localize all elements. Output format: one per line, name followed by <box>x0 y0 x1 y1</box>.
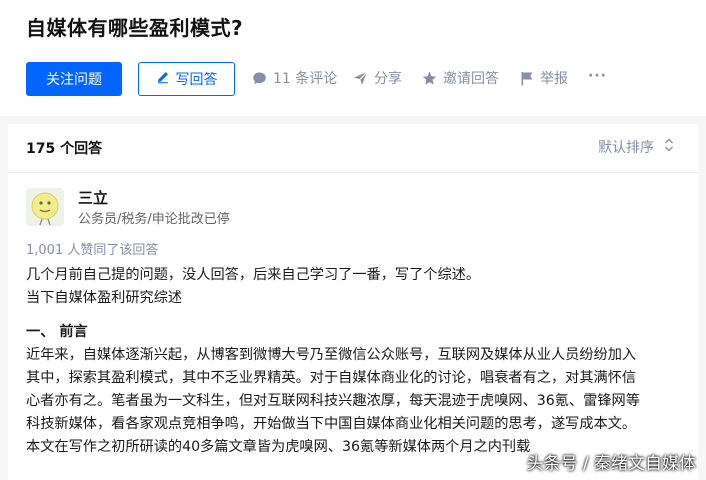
more-icon[interactable]: ··· <box>588 68 607 84</box>
question-title: 自媒体有哪些盈利模式? <box>26 16 244 40</box>
avatar[interactable] <box>26 188 64 226</box>
write-answer-label: 写回答 <box>175 72 218 88</box>
sort-icon <box>664 138 674 156</box>
invite-answer-button[interactable]: 邀请回答 <box>422 68 499 88</box>
answer-paragraph: 近年来，自媒体逐渐兴起，从博客到微博大号乃至微信公众账号，互联网及媒体从业人员纷… <box>26 347 637 363</box>
divider <box>8 172 698 173</box>
flag-icon <box>520 71 534 86</box>
write-answer-button[interactable]: 写回答 <box>138 62 235 96</box>
pen-icon <box>156 70 170 88</box>
invite-answer-label: 邀请回答 <box>443 71 499 87</box>
section-heading: 一、 前言 <box>26 324 88 340</box>
share-icon <box>353 71 368 86</box>
answer-count: 175 个回答 <box>26 141 103 157</box>
answer-paragraph: 科技新媒体，看各家观点竞相争鸣，开始做当下中国自媒体商业化相关问题的思考，遂写成… <box>26 416 637 432</box>
answer-paragraph: 心者亦有之。笔者虽为一文科生，但对互联网科技兴趣浓厚，每天混迹于虎嗅网、36氪、… <box>26 393 640 409</box>
follow-question-button[interactable]: 关注问题 <box>26 62 122 96</box>
author-name[interactable]: 三立 <box>78 187 108 208</box>
answer-paragraph: 当下自媒体盈利研究综述 <box>26 290 183 306</box>
report-label: 举报 <box>540 71 568 87</box>
comments-label: 11 条评论 <box>273 71 338 87</box>
watermark: 头条号 / 秦绪文自媒体 <box>526 454 696 474</box>
sort-label: 默认排序 <box>598 140 654 156</box>
share-label: 分享 <box>374 71 402 87</box>
answer-paragraph: 其中，探索其盈利模式，其中不乏业界精英。对于自媒体商业化的讨论，唱衰者有之，对其… <box>26 370 637 386</box>
share-button[interactable]: 分享 <box>353 68 402 88</box>
question-header: 自媒体有哪些盈利模式? 关注问题 写回答 11 条评论 分享 邀请回答 举报 ·… <box>0 0 706 116</box>
answer-content: 几个月前自己提的问题，没人回答，后来自己学习了一番，写了个综述。 当下自媒体盈利… <box>26 264 686 459</box>
report-button[interactable]: 举报 <box>520 68 568 88</box>
author-headline: 公务员/税务/申论批改已停 <box>78 212 230 227</box>
answers-card: 175 个回答 默认排序 三立 公务员/税务/申论批改已停 1,001 人赞同了… <box>8 124 698 480</box>
vote-count: 1,001 人赞同了该回答 <box>26 243 159 258</box>
comments-button[interactable]: 11 条评论 <box>252 68 337 88</box>
comment-icon <box>252 71 267 86</box>
star-icon <box>422 71 437 86</box>
sort-dropdown[interactable]: 默认排序 <box>598 137 674 157</box>
answer-paragraph: 几个月前自己提的问题，没人回答，后来自己学习了一番，写了个综述。 <box>26 267 481 283</box>
